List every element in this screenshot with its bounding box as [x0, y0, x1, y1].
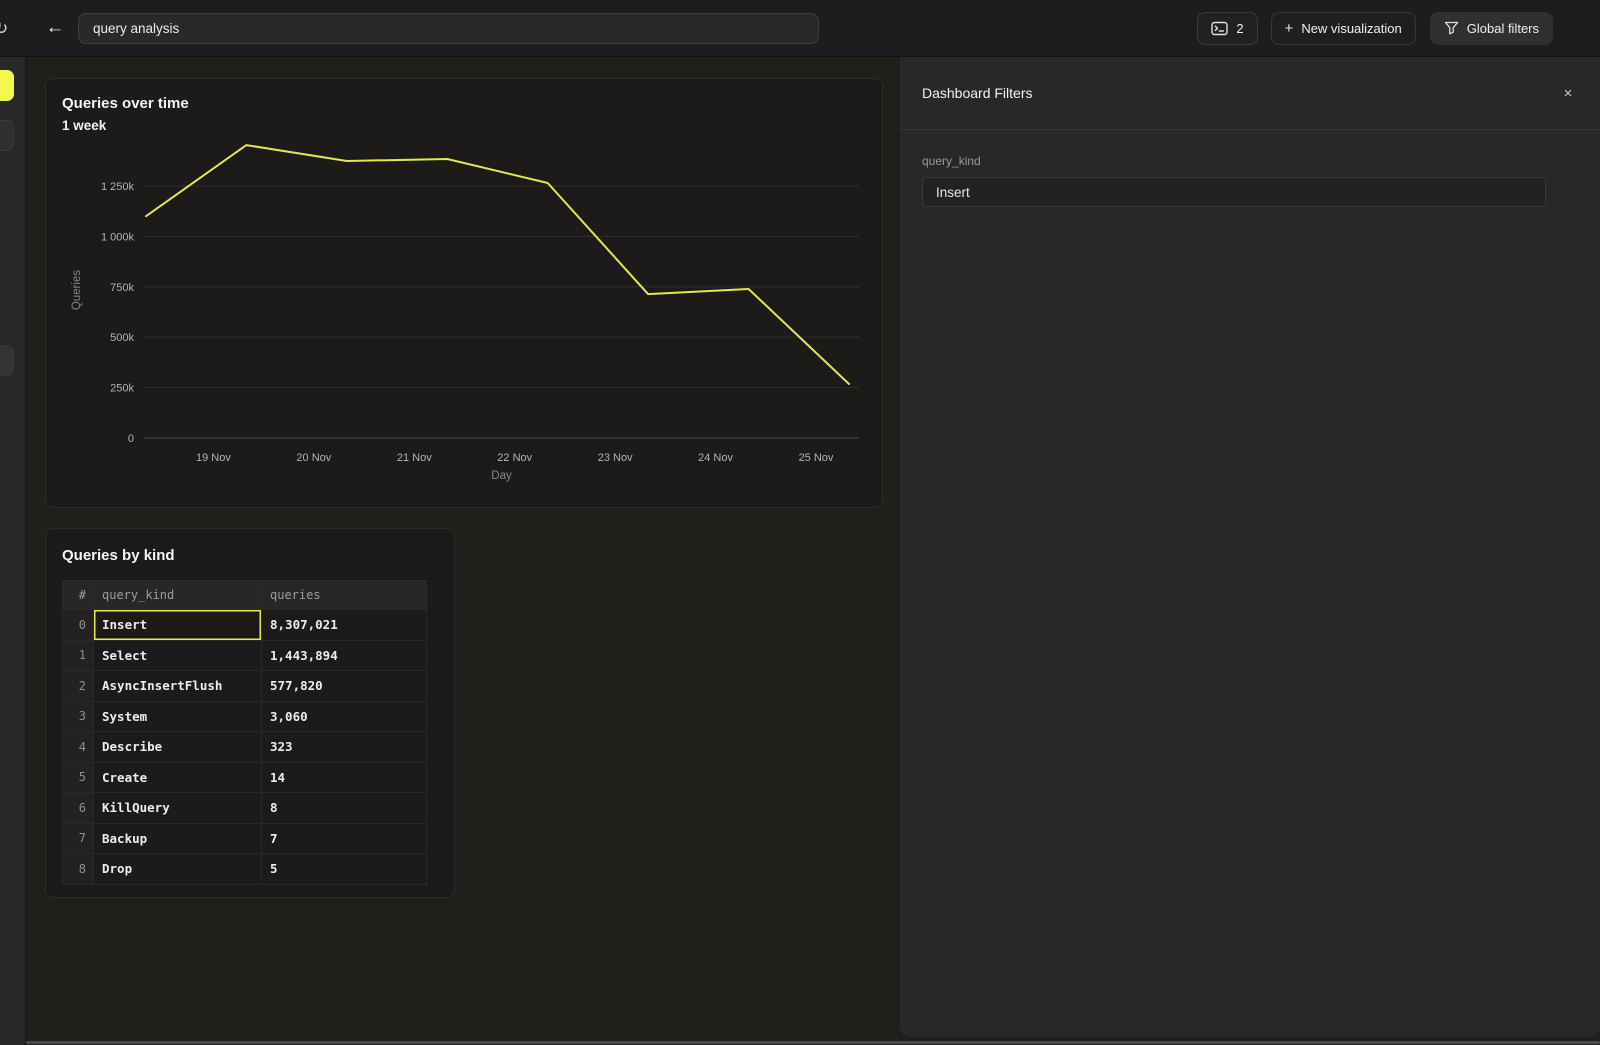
console-count-label: 2	[1236, 21, 1243, 36]
svg-text:25 Nov: 25 Nov	[799, 452, 834, 464]
new-visualization-button[interactable]: + New visualization	[1271, 12, 1416, 45]
queries-count-cell[interactable]: 8,307,021	[262, 610, 427, 641]
table-column-header[interactable]: queries	[262, 581, 427, 610]
query-kind-cell[interactable]: Create	[94, 762, 262, 793]
query-kind-cell[interactable]: Insert	[94, 610, 262, 641]
row-index-cell: 6	[63, 793, 94, 824]
svg-text:21 Nov: 21 Nov	[397, 452, 432, 464]
query-kind-cell[interactable]: AsyncInsertFlush	[94, 671, 262, 702]
row-index-cell: 5	[63, 762, 94, 793]
svg-text:Day: Day	[491, 470, 512, 482]
queries-count-cell[interactable]: 14	[262, 762, 427, 793]
table-column-header[interactable]: #	[63, 581, 94, 610]
row-index-cell: 8	[63, 854, 94, 885]
table-row: 5Create14	[63, 762, 427, 793]
queries-by-kind-card: Queries by kind #query_kindqueries 0Inse…	[45, 528, 455, 898]
filters-panel-title: Dashboard Filters	[922, 85, 1033, 101]
svg-text:19 Nov: 19 Nov	[196, 452, 231, 464]
svg-text:250k: 250k	[110, 383, 134, 395]
queries-count-cell[interactable]: 577,820	[262, 671, 427, 702]
queries-over-time-line-chart[interactable]: 0 250k 500k 750k 1 000k 1 250k 19 Nov 20 Nov 21 …	[46, 79, 882, 507]
filters-panel-body: query_kind	[900, 130, 1600, 207]
global-filters-button[interactable]: Global filters	[1430, 12, 1553, 45]
queries-by-kind-table: #query_kindqueries 0Insert8,307,0211Sele…	[62, 580, 427, 885]
table-row: 3System3,060	[63, 701, 427, 732]
svg-text:23 Nov: 23 Nov	[598, 452, 633, 464]
table-row: 0Insert8,307,021	[63, 610, 427, 641]
queries-count-cell[interactable]: 8	[262, 793, 427, 824]
table-row: 2AsyncInsertFlush577,820	[63, 671, 427, 702]
funnel-icon	[1444, 21, 1459, 35]
table-row: 7Backup7	[63, 823, 427, 854]
row-index-cell: 7	[63, 823, 94, 854]
sidebar-item-peek[interactable]	[0, 345, 14, 376]
row-index-cell: 4	[63, 732, 94, 763]
table-row: 1Select1,443,894	[63, 640, 427, 671]
console-window-icon	[1211, 21, 1228, 36]
table-row: 6KillQuery8	[63, 793, 427, 824]
query-kind-cell[interactable]: Backup	[94, 823, 262, 854]
queries-over-time-card: Queries over time 1 week 0250k500k750k1 …	[45, 78, 883, 508]
dashboard-title-input[interactable]	[78, 13, 819, 44]
query-kind-cell[interactable]: Select	[94, 640, 262, 671]
close-icon[interactable]: ×	[1558, 83, 1578, 103]
sql-console-count-button[interactable]: 2	[1197, 12, 1257, 45]
history-icon[interactable]: ↻	[0, 20, 8, 37]
horizontal-scrollbar[interactable]	[26, 1041, 1600, 1044]
table-column-header[interactable]: query_kind	[94, 581, 262, 610]
global-filters-label: Global filters	[1467, 21, 1539, 36]
row-index-cell: 3	[63, 701, 94, 732]
table-row: 4Describe323	[63, 732, 427, 763]
svg-text:750k: 750k	[110, 282, 134, 294]
svg-text:500k: 500k	[110, 332, 134, 344]
query-kind-cell[interactable]: System	[94, 701, 262, 732]
plus-icon: +	[1285, 20, 1294, 37]
queries-count-cell[interactable]: 1,443,894	[262, 640, 427, 671]
svg-text:0: 0	[128, 433, 134, 445]
query-kind-cell[interactable]: KillQuery	[94, 793, 262, 824]
queries-count-cell[interactable]: 323	[262, 732, 427, 763]
svg-text:20 Nov: 20 Nov	[296, 452, 331, 464]
left-rail	[0, 57, 26, 1045]
svg-text:1 000k: 1 000k	[101, 231, 135, 243]
table-title: Queries by kind	[62, 547, 175, 564]
row-index-cell: 2	[63, 671, 94, 702]
sidebar-item-active-peek[interactable]	[0, 70, 14, 101]
row-index-cell: 1	[63, 640, 94, 671]
arrow-left-icon: ←	[46, 17, 65, 39]
queries-count-cell[interactable]: 3,060	[262, 701, 427, 732]
topbar: ↻ ← 2 + New visualization Global filters	[0, 0, 1600, 57]
table-row: 8Drop5	[63, 854, 427, 885]
svg-text:1 250k: 1 250k	[101, 181, 135, 193]
back-button[interactable]: ←	[40, 13, 70, 43]
filter-field-label: query_kind	[922, 154, 1578, 168]
query-kind-cell[interactable]: Drop	[94, 854, 262, 885]
new-visualization-label: New visualization	[1301, 21, 1401, 36]
dashboard-canvas: Queries over time 1 week 0250k500k750k1 …	[26, 57, 900, 1045]
table-header-row: #query_kindqueries	[63, 581, 427, 610]
queries-count-cell[interactable]: 7	[262, 823, 427, 854]
queries-count-cell[interactable]: 5	[262, 854, 427, 885]
filters-panel-header: Dashboard Filters ×	[900, 57, 1600, 130]
dashboard-filters-panel: Dashboard Filters × query_kind	[900, 57, 1600, 1037]
svg-text:24 Nov: 24 Nov	[698, 452, 733, 464]
query-kind-filter-input[interactable]	[922, 177, 1546, 207]
query-kind-cell[interactable]: Describe	[94, 732, 262, 763]
row-index-cell: 0	[63, 610, 94, 641]
sidebar-item-peek[interactable]	[0, 120, 14, 151]
svg-text:22 Nov: 22 Nov	[497, 452, 532, 464]
svg-text:Queries: Queries	[71, 270, 83, 311]
